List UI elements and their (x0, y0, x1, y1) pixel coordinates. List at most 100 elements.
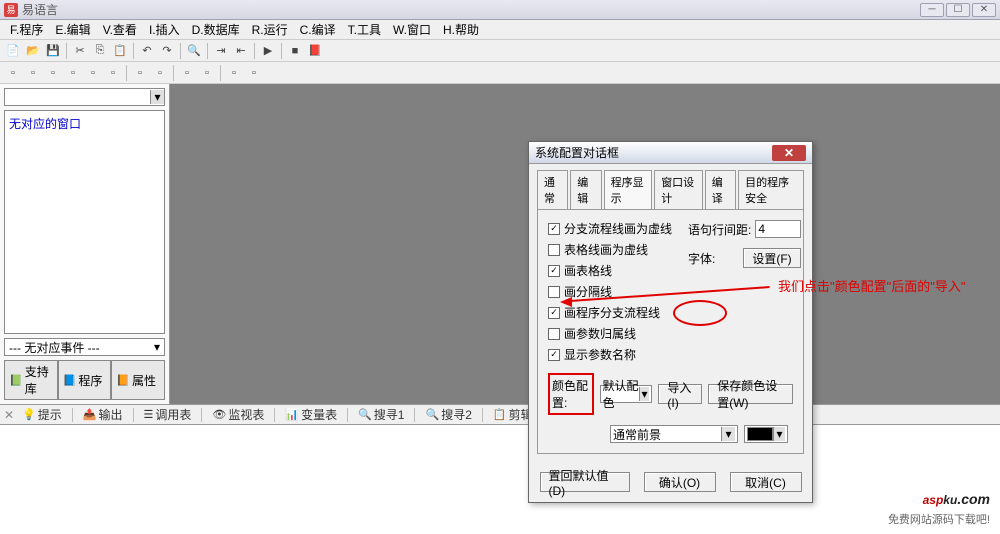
font-label: 字体: (688, 250, 715, 267)
checkbox-draw-param[interactable] (548, 328, 560, 340)
btab-watch[interactable]: 👁监视表 (206, 404, 270, 425)
dtab-general[interactable]: 通常 (537, 170, 568, 209)
redo-icon[interactable]: ↷ (158, 42, 176, 60)
menu-run[interactable]: R.运行 (246, 19, 294, 40)
btab-hint[interactable]: 💡提示 (16, 404, 68, 425)
save-icon[interactable]: 💾 (44, 42, 62, 60)
size-w-icon[interactable]: ▫ (178, 64, 196, 82)
menu-view[interactable]: V.查看 (97, 19, 143, 40)
dialog-button-row: 置回默认值(D) 确认(O) 取消(C) (529, 462, 812, 502)
menubar: F.程序 E.编辑 V.查看 I.插入 D.数据库 R.运行 C.编译 T.工具… (0, 20, 1000, 40)
color-scheme-select[interactable]: 默认配色▾ (600, 385, 653, 403)
checkbox-branch-dashed[interactable]: ✓ (548, 223, 560, 235)
chevron-down-icon: ▾ (773, 427, 785, 441)
dist-v-icon[interactable]: ▫ (151, 64, 169, 82)
minimize-button[interactable]: ─ (920, 3, 944, 17)
cut-icon[interactable]: ✂ (71, 42, 89, 60)
sidebar-tabs: 📗支持库 📘程序 📙属性 (4, 360, 165, 400)
btab-output[interactable]: 📤输出 (77, 404, 129, 425)
tab-property[interactable]: 📙属性 (111, 360, 165, 400)
sidebar-tree[interactable]: 无对应的窗口 (4, 110, 165, 334)
app-title: 易语言 (22, 1, 58, 18)
line-spacing-input[interactable] (755, 220, 801, 238)
sidebar-top-combo[interactable]: ▾ (4, 88, 165, 106)
tab-supportlib[interactable]: 📗支持库 (4, 360, 58, 400)
btab-search1[interactable]: 🔍搜寻1 (352, 404, 410, 425)
menu-program[interactable]: F.程序 (4, 19, 49, 40)
menu-tools[interactable]: T.工具 (342, 19, 387, 40)
dialog-tabs: 通常 编辑 程序显示 窗口设计 编译 目的程序安全 (529, 164, 812, 209)
bottom-tabs: ✕ 💡提示 📤输出 ☰调用表 👁监视表 📊变量表 🔍搜寻1 🔍搜寻2 📋剪辑历史 (0, 404, 1000, 424)
chevron-down-icon: ▾ (721, 427, 735, 441)
event-combo-text: --- 无对应事件 --- (9, 339, 100, 356)
align-center-icon[interactable]: ▫ (24, 64, 42, 82)
align-right-icon[interactable]: ▫ (44, 64, 62, 82)
font-settings-button[interactable]: 设置(F) (743, 248, 800, 268)
menu-help[interactable]: H.帮助 (437, 19, 485, 40)
toolbar-align: ▫ ▫ ▫ ▫ ▫ ▫ ▫ ▫ ▫ ▫ ▫ ▫ (0, 62, 1000, 84)
dtab-compile[interactable]: 编译 (705, 170, 736, 209)
sidebar-event-combo[interactable]: --- 无对应事件 --- ▾ (4, 338, 165, 356)
paste-icon[interactable]: 📋 (111, 42, 129, 60)
chevron-down-icon: ▾ (639, 387, 650, 401)
size-h-icon[interactable]: ▫ (198, 64, 216, 82)
dialog-right-col: 语句行间距: 字体: 设置(F) (688, 220, 801, 278)
ok-button[interactable]: 确认(O) (644, 472, 716, 492)
color-config-label: 颜色配置: (548, 373, 594, 415)
align-middle-icon[interactable]: ▫ (84, 64, 102, 82)
book-icon[interactable]: 📕 (306, 42, 324, 60)
menu-edit[interactable]: E.编辑 (49, 19, 96, 40)
undo-icon[interactable]: ↶ (138, 42, 156, 60)
find-icon[interactable]: 🔍 (185, 42, 203, 60)
checkbox-draw-sep[interactable] (548, 286, 560, 298)
dtab-display[interactable]: 程序显示 (604, 170, 653, 209)
maximize-button[interactable]: ☐ (946, 3, 970, 17)
checkbox-draw-flow[interactable]: ✓ (548, 307, 560, 319)
checkbox-draw-grid[interactable]: ✓ (548, 265, 560, 277)
checkbox-show-param[interactable]: ✓ (548, 349, 560, 361)
dist-h-icon[interactable]: ▫ (131, 64, 149, 82)
dtab-security[interactable]: 目的程序安全 (738, 170, 804, 209)
color-picker[interactable]: ▾ (744, 425, 788, 443)
cancel-button[interactable]: 取消(C) (730, 472, 802, 492)
align-top-icon[interactable]: ▫ (64, 64, 82, 82)
tab-program[interactable]: 📘程序 (58, 360, 112, 400)
toolbar-main: 📄 📂 💾 ✂ ⎘ 📋 ↶ ↷ 🔍 ⇥ ⇤ ▶ ■ 📕 (0, 40, 1000, 62)
grid-icon[interactable]: ▫ (225, 64, 243, 82)
line-spacing-label: 语句行间距: (688, 221, 751, 238)
copy-icon[interactable]: ⎘ (91, 42, 109, 60)
reset-button[interactable]: 置回默认值(D) (540, 472, 630, 492)
lock-icon[interactable]: ▫ (245, 64, 263, 82)
align-left-icon[interactable]: ▫ (4, 64, 22, 82)
close-button[interactable]: ✕ (972, 3, 996, 17)
indent-icon[interactable]: ⇥ (212, 42, 230, 60)
menu-database[interactable]: D.数据库 (186, 19, 246, 40)
dialog-close-button[interactable]: ✕ (772, 145, 806, 161)
fg-select[interactable]: 通常前景▾ (610, 425, 738, 443)
dtab-windesign[interactable]: 窗口设计 (654, 170, 703, 209)
dtab-edit[interactable]: 编辑 (570, 170, 601, 209)
run-icon[interactable]: ▶ (259, 42, 277, 60)
cb-label: 显示参数名称 (564, 346, 636, 363)
btab-calltable[interactable]: ☰调用表 (138, 404, 198, 425)
new-icon[interactable]: 📄 (4, 42, 22, 60)
window-controls: ─ ☐ ✕ (920, 3, 996, 17)
dialog-titlebar: 系统配置对话框 ✕ (529, 142, 812, 164)
open-icon[interactable]: 📂 (24, 42, 42, 60)
menu-insert[interactable]: I.插入 (143, 19, 186, 40)
align-bottom-icon[interactable]: ▫ (104, 64, 122, 82)
btab-vars[interactable]: 📊变量表 (279, 404, 343, 425)
stop-icon[interactable]: ■ (286, 42, 304, 60)
btab-search2[interactable]: 🔍搜寻2 (419, 404, 477, 425)
outdent-icon[interactable]: ⇤ (232, 42, 250, 60)
chevron-down-icon: ▾ (150, 90, 164, 104)
checkbox-grid-dashed[interactable] (548, 244, 560, 256)
annotation-arrowhead (560, 297, 572, 307)
menu-compile[interactable]: C.编译 (294, 19, 342, 40)
dialog-body: ✓分支流程线画为虚线 表格线画为虚线 ✓画表格线 画分隔线 ✓画程序分支流程线 … (537, 209, 804, 454)
color-config-row: 颜色配置: 默认配色▾ 导入(I) 保存颜色设置(W) (548, 373, 793, 415)
chevron-down-icon: ▾ (154, 340, 160, 354)
menu-window[interactable]: W.窗口 (387, 19, 437, 40)
import-button[interactable]: 导入(I) (658, 384, 702, 404)
save-color-button[interactable]: 保存颜色设置(W) (708, 384, 793, 404)
